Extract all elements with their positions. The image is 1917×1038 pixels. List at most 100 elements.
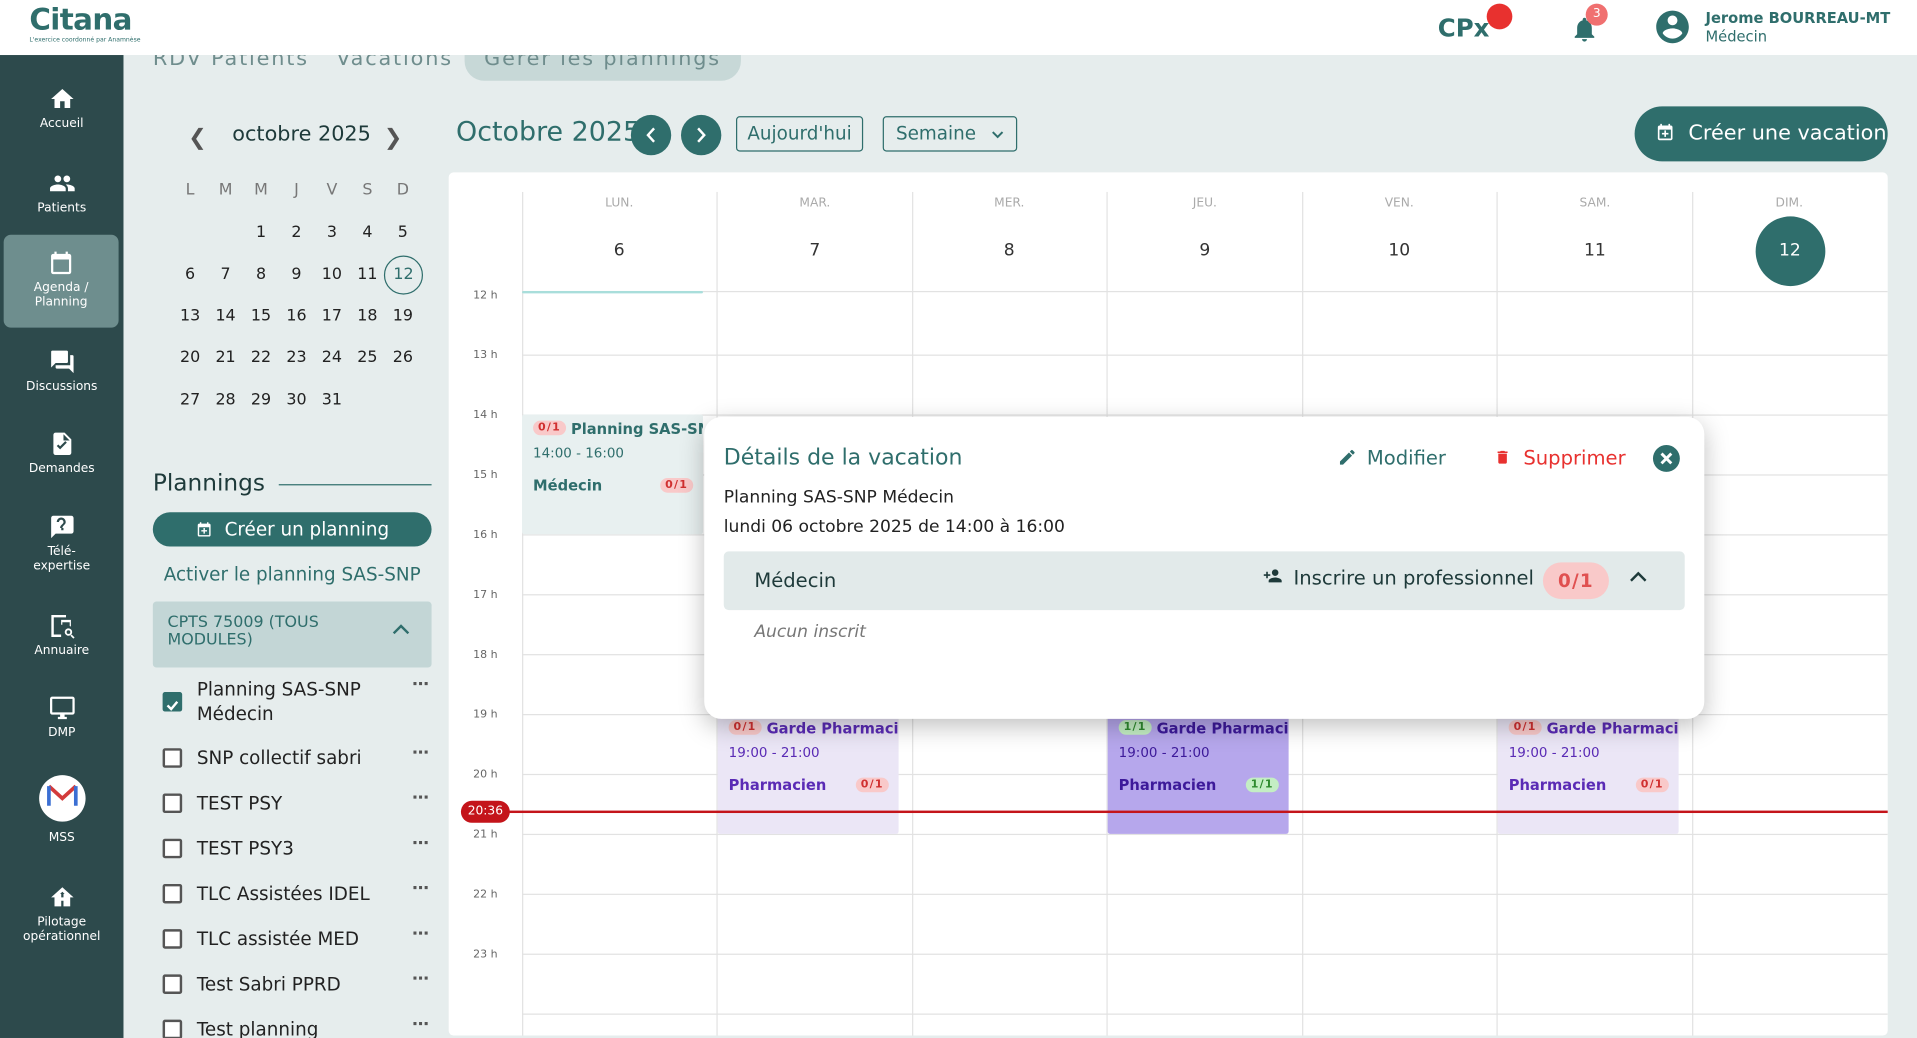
day-cell[interactable]: 8: [243, 262, 278, 289]
day-cell[interactable]: 11: [350, 262, 385, 289]
day-cell[interactable]: 5: [385, 220, 420, 247]
more-options-icon[interactable]: ⋯: [412, 1015, 429, 1035]
day-cell[interactable]: 10: [314, 262, 349, 289]
day-cell[interactable]: 16: [279, 303, 314, 330]
mini-calendar-month: octobre 2025: [232, 122, 371, 147]
planning-checkbox[interactable]: [162, 691, 183, 712]
chevron-up-icon[interactable]: [1630, 571, 1647, 583]
activate-sas-link[interactable]: Activer le planning SAS-SNP: [153, 564, 432, 586]
chevron-left-icon[interactable]: ❮: [188, 125, 206, 151]
nav-item-mss[interactable]: MSS: [0, 775, 123, 846]
day-cell[interactable]: 23: [279, 345, 314, 372]
next-week-button[interactable]: [680, 114, 722, 156]
planning-checkbox[interactable]: [162, 838, 183, 859]
day-column-header[interactable]: MER. 8: [912, 172, 1106, 292]
planning-checkbox[interactable]: [162, 974, 183, 994]
day-cell[interactable]: 20: [172, 345, 207, 372]
register-professional-button[interactable]: Inscrire un professionnel: [1262, 566, 1534, 589]
nav-item-tele-expertise[interactable]: Télé-expertise: [0, 513, 123, 574]
day-cell[interactable]: 6: [172, 262, 207, 289]
event-garde-pharmacie[interactable]: 0/1 Garde Pharmacie 19:00 - 21:00 Pharma…: [1497, 713, 1679, 834]
day-column-header[interactable]: JEU. 9: [1108, 172, 1302, 292]
planning-checkbox[interactable]: [162, 1019, 183, 1038]
planning-checkbox[interactable]: [162, 748, 183, 768]
event-role: Pharmacien: [728, 776, 827, 794]
event-role-badge: 0/1: [1635, 777, 1669, 793]
day-cell[interactable]: 15: [243, 303, 278, 330]
delete-button[interactable]: Supprimer: [1494, 446, 1626, 469]
nav-label: Annuaire: [34, 644, 90, 658]
more-options-icon[interactable]: ⋯: [412, 924, 429, 944]
create-planning-button[interactable]: Créer un planning: [152, 512, 432, 547]
day-column-header[interactable]: DIM. 12: [1692, 172, 1886, 292]
more-options-icon[interactable]: ⋯: [412, 879, 429, 899]
event-role-badge: 0/1: [660, 478, 693, 493]
planning-group-label: CPTS 75009 (TOUS MODULES): [167, 613, 319, 650]
user-name[interactable]: Jerome BOURREAU-MT: [1706, 10, 1891, 27]
chevron-right-icon[interactable]: ❯: [384, 125, 402, 151]
more-options-icon[interactable]: ⋯: [412, 743, 429, 763]
day-cell[interactable]: 12: [383, 255, 424, 295]
prev-week-button[interactable]: [630, 114, 672, 156]
create-vacation-button[interactable]: Créer une vacation: [1634, 106, 1888, 162]
day-cell[interactable]: 19: [385, 303, 420, 330]
day-cell[interactable]: 31: [314, 388, 349, 415]
event-badge: 0/1: [533, 420, 566, 436]
account-icon[interactable]: [1653, 7, 1692, 46]
planning-checkbox[interactable]: [162, 929, 183, 949]
day-cell[interactable]: 9: [279, 262, 314, 289]
cpx-label[interactable]: CPx: [1438, 13, 1490, 42]
nav-item-dmp[interactable]: DMP: [0, 694, 123, 740]
day-cell[interactable]: 18: [350, 303, 385, 330]
day-cell[interactable]: 3: [314, 220, 349, 247]
nav-item-demandes[interactable]: Demandes: [0, 430, 123, 476]
planning-group-header[interactable]: CPTS 75009 (TOUS MODULES): [152, 601, 432, 668]
more-options-icon[interactable]: ⋯: [412, 970, 429, 990]
day-cell[interactable]: 29: [243, 388, 278, 415]
grid-line: [522, 354, 1888, 356]
planning-checkbox[interactable]: [162, 883, 183, 904]
nav-item-annuaire[interactable]: Annuaire: [0, 610, 123, 659]
day-cell[interactable]: 27: [172, 388, 207, 415]
day-cell[interactable]: 13: [172, 303, 207, 330]
more-options-icon[interactable]: ⋯: [412, 675, 429, 695]
day-cell[interactable]: 30: [279, 388, 314, 415]
day-number: 12: [1755, 216, 1825, 287]
view-select[interactable]: Semaine: [882, 116, 1018, 152]
today-button[interactable]: Aujourd'hui: [736, 116, 864, 152]
day-cell[interactable]: 4: [350, 220, 385, 247]
event-badge: 0/1: [1508, 720, 1542, 735]
day-cell[interactable]: 17: [314, 303, 349, 330]
nav-label: DMP: [48, 726, 76, 740]
more-options-icon[interactable]: ⋯: [412, 789, 429, 809]
nav-item-agenda[interactable]: Agenda / Planning: [3, 234, 119, 328]
event-sas-snp[interactable]: 0/1 Planning SAS-SNP 14:00 - 16:00 Médec…: [522, 414, 703, 535]
day-cell[interactable]: 7: [208, 262, 243, 289]
nav-label: Pilotage opérationnel: [23, 915, 101, 944]
planning-checkbox[interactable]: [162, 793, 183, 814]
day-column-header[interactable]: LUN. 6: [522, 172, 716, 292]
event-garde-pharmacie[interactable]: 1/1 Garde Pharmacie 19:00 - 21:00 Pharma…: [1107, 713, 1289, 834]
day-column-header[interactable]: MAR. 7: [718, 172, 912, 292]
day-cell[interactable]: 14: [208, 303, 243, 330]
nav-item-patients[interactable]: Patients: [0, 170, 123, 216]
day-column-header[interactable]: SAM. 11: [1498, 172, 1692, 292]
day-cell[interactable]: 25: [350, 345, 385, 372]
nav-item-accueil[interactable]: Accueil: [0, 86, 123, 132]
day-cell[interactable]: 28: [208, 388, 243, 415]
day-cell[interactable]: 2: [279, 220, 314, 247]
more-options-icon[interactable]: ⋯: [412, 834, 429, 854]
nav-item-pilotage[interactable]: Pilotage opérationnel: [0, 884, 123, 945]
day-cell[interactable]: 21: [208, 345, 243, 372]
day-cell[interactable]: 1: [243, 220, 278, 247]
close-button[interactable]: [1652, 445, 1680, 472]
edit-button[interactable]: Modifier: [1338, 446, 1446, 469]
day-cell[interactable]: 26: [385, 345, 420, 372]
event-partial[interactable]: [522, 290, 703, 294]
event-garde-pharmacie[interactable]: 0/1 Garde Pharmacie 19:00 - 21:00 Pharma…: [717, 713, 899, 834]
nav-item-discussions[interactable]: Discussions: [0, 348, 123, 394]
day-column-header[interactable]: VEN. 10: [1302, 172, 1496, 292]
day-cell[interactable]: 24: [314, 345, 349, 372]
day-cell[interactable]: 22: [243, 345, 278, 372]
app-logo[interactable]: Citana L'exercice coordonné par Anamnèse: [29, 2, 140, 44]
